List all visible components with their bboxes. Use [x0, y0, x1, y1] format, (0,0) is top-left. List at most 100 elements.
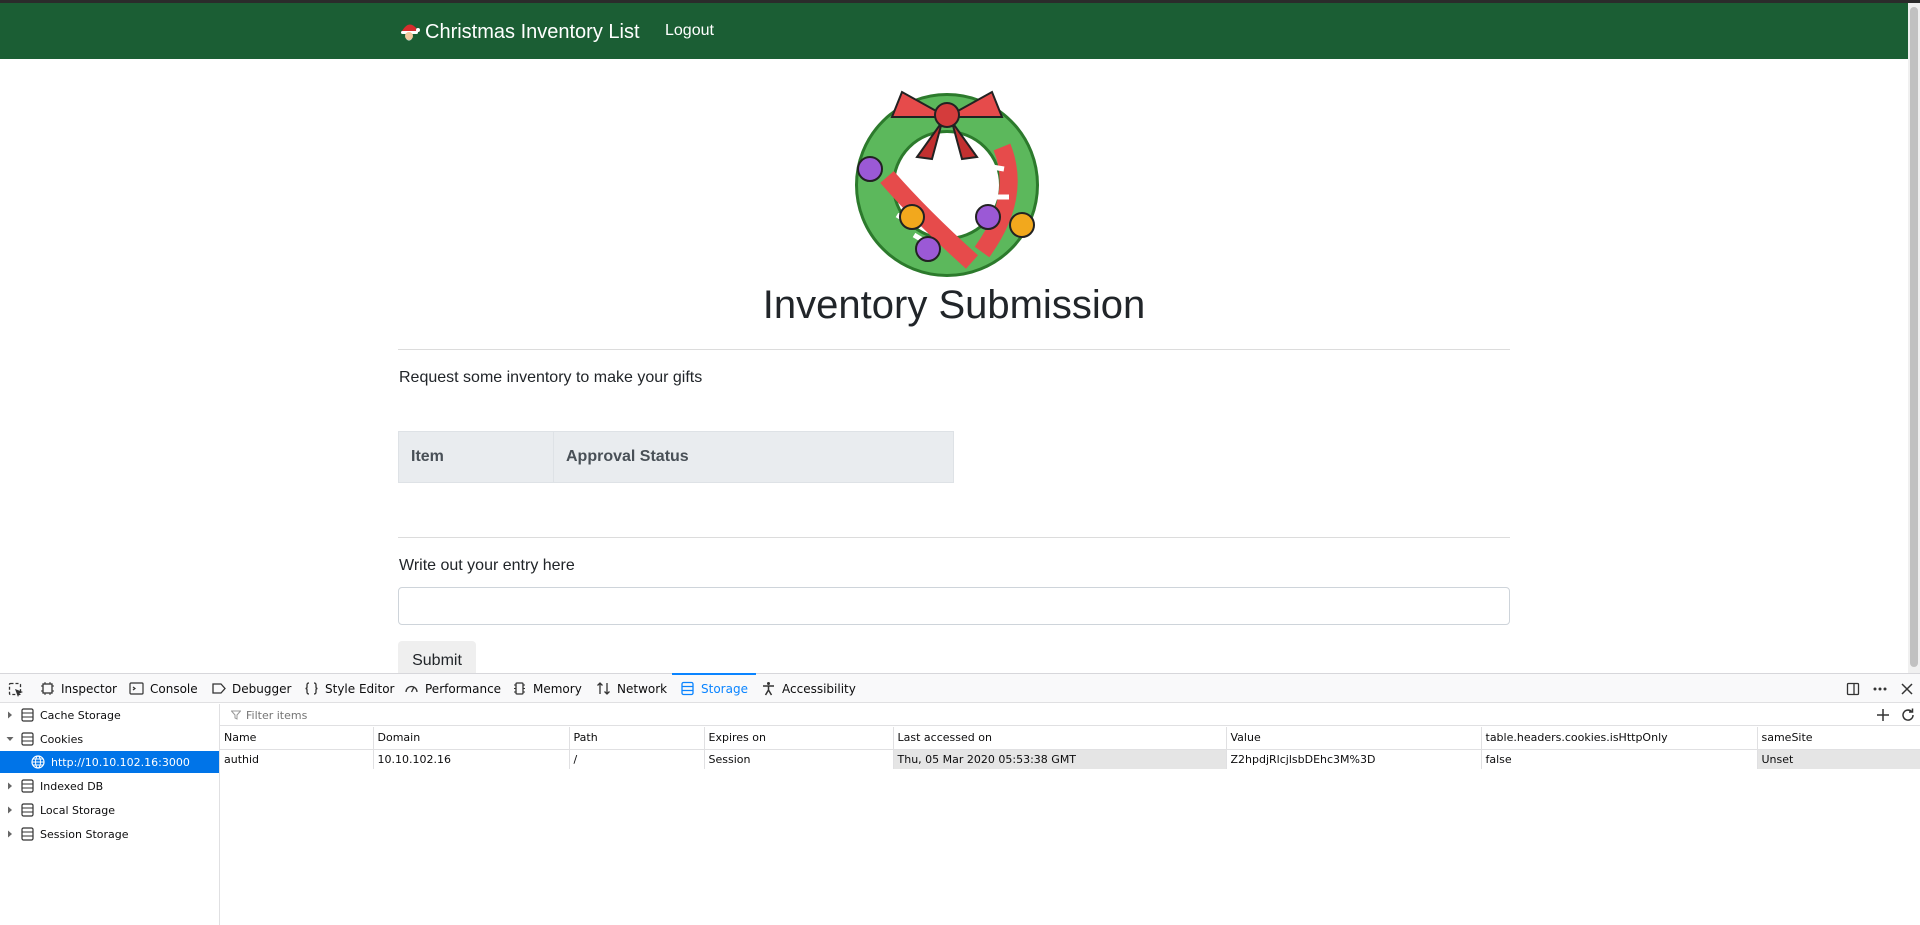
tree-item-label: http://10.10.102.16:3000 — [51, 755, 190, 769]
inventory-table-header: Item Approval Status — [398, 431, 954, 483]
inspector-icon — [41, 682, 54, 695]
brand-link[interactable]: Christmas Inventory List — [398, 19, 640, 45]
expand-arrow-icon — [8, 806, 12, 814]
tab-memory[interactable]: Memory — [512, 674, 582, 703]
database-icon — [21, 803, 34, 817]
column-header-approval-status: Approval Status — [553, 431, 954, 483]
braces-icon — [305, 682, 318, 695]
inventory-table: Item Approval Status — [398, 431, 954, 483]
page-title: Inventory Submission — [762, 283, 1146, 327]
network-icon — [597, 682, 610, 695]
tree-item-label: Indexed DB — [40, 779, 104, 793]
tree-item-indexed-db[interactable]: Indexed DB — [0, 775, 219, 797]
tab-label: Inspector — [61, 681, 117, 696]
tree-item-label: Session Storage — [40, 827, 129, 841]
close-icon[interactable] — [1899, 681, 1915, 697]
column-header-path[interactable]: Path — [569, 727, 705, 750]
cell-samesite[interactable]: Unset — [1757, 749, 1920, 769]
tree-item-local-storage[interactable]: Local Storage — [0, 799, 219, 821]
tab-label: Network — [617, 681, 668, 696]
tab-label: Storage — [701, 681, 748, 696]
tab-debugger[interactable]: Debugger — [211, 674, 291, 703]
expand-arrow-icon — [8, 830, 12, 838]
column-header-expires[interactable]: Expires on — [704, 727, 894, 750]
page-viewport: Christmas Inventory List Logout Inventor… — [0, 0, 1920, 673]
lead-text: Request some inventory to make your gift… — [399, 369, 703, 386]
column-header-name[interactable]: Name — [220, 727, 374, 750]
devtools-panel: Inspector Console Debugger Style Editor … — [0, 673, 1920, 925]
tree-item-cookie-host[interactable]: http://10.10.102.16:3000 — [0, 751, 219, 773]
santa-icon — [401, 24, 420, 41]
divider — [398, 349, 1510, 350]
tab-label: Debugger — [232, 681, 292, 696]
tree-item-label: Cache Storage — [40, 708, 121, 722]
cell-domain[interactable]: 10.10.102.16 — [373, 749, 570, 769]
cell-last-accessed[interactable]: Thu, 05 Mar 2020 05:53:38 GMT — [893, 749, 1227, 769]
cell-path[interactable]: / — [569, 749, 705, 769]
element-picker-icon[interactable] — [8, 682, 24, 698]
storage-icon — [681, 681, 694, 696]
column-header-item: Item — [398, 431, 554, 483]
accessibility-icon — [763, 682, 774, 696]
table-row[interactable]: authid 10.10.102.16 / Session Thu, 05 Ma… — [220, 749, 1920, 769]
add-icon[interactable] — [1875, 707, 1891, 723]
console-icon — [129, 682, 144, 695]
expand-arrow-icon — [8, 782, 12, 790]
tab-inspector[interactable]: Inspector — [40, 674, 117, 703]
logout-link[interactable]: Logout — [665, 22, 714, 40]
collapse-arrow-icon — [6, 737, 14, 741]
database-icon — [21, 827, 34, 841]
cell-httponly[interactable]: false — [1481, 749, 1758, 769]
database-icon — [21, 779, 34, 793]
tab-label: Console — [150, 681, 198, 696]
wreath-logo — [855, 90, 1039, 277]
entry-input[interactable] — [398, 587, 1510, 625]
tab-label: Accessibility — [782, 681, 856, 696]
entry-label: Write out your entry here — [399, 557, 575, 574]
page-scrollbar[interactable] — [1908, 3, 1920, 673]
tab-console[interactable]: Console — [129, 674, 198, 703]
cookies-table-header: Name Domain Path Expires on Last accesse… — [220, 727, 1920, 750]
globe-icon — [31, 755, 45, 769]
tab-performance[interactable]: Performance — [404, 674, 501, 703]
tab-label: Performance — [425, 681, 502, 696]
tab-network[interactable]: Network — [596, 674, 667, 703]
filter-bar — [220, 704, 1920, 726]
memory-icon — [514, 682, 525, 695]
tree-item-label: Cookies — [40, 732, 84, 746]
column-header-domain[interactable]: Domain — [373, 727, 570, 750]
tree-item-cache-storage[interactable]: Cache Storage — [0, 704, 219, 726]
tab-label: Memory — [533, 681, 582, 696]
debugger-icon — [212, 683, 226, 694]
submit-button[interactable]: Submit — [398, 641, 476, 673]
tab-accessibility[interactable]: Accessibility — [761, 674, 856, 703]
brand-text: Christmas Inventory List — [425, 20, 640, 43]
tab-label: Style Editor — [325, 681, 395, 696]
cell-name[interactable]: authid — [220, 749, 374, 769]
cookies-table: Name Domain Path Expires on Last accesse… — [220, 727, 1920, 769]
filter-input[interactable] — [226, 707, 1776, 723]
tree-item-label: Local Storage — [40, 803, 116, 817]
refresh-icon[interactable] — [1900, 707, 1916, 723]
scrollbar-thumb[interactable] — [1910, 7, 1918, 667]
dock-side-icon[interactable] — [1845, 681, 1861, 697]
column-header-last-accessed[interactable]: Last accessed on — [893, 727, 1227, 750]
divider — [398, 537, 1510, 538]
cell-value[interactable]: Z2hpdjRlcjlsbDEhc3M%3D — [1226, 749, 1482, 769]
tab-style-editor[interactable]: Style Editor — [304, 674, 394, 703]
column-header-httponly[interactable]: table.headers.cookies.isHttpOnly — [1481, 727, 1758, 750]
more-options-icon[interactable] — [1872, 681, 1888, 697]
tree-item-cookies[interactable]: Cookies — [0, 728, 219, 750]
navbar: Christmas Inventory List Logout — [0, 3, 1908, 59]
database-icon — [21, 708, 34, 722]
expand-arrow-icon — [8, 711, 12, 719]
devtools-toolbar: Inspector Console Debugger Style Editor … — [0, 673, 1920, 703]
cell-expires[interactable]: Session — [704, 749, 894, 769]
tree-item-session-storage[interactable]: Session Storage — [0, 823, 219, 845]
storage-sidebar: Cache Storage Cookies http://10.10.102.1… — [0, 704, 220, 925]
database-icon — [21, 732, 34, 746]
column-header-samesite[interactable]: sameSite — [1757, 727, 1920, 750]
tab-storage[interactable]: Storage — [672, 673, 756, 702]
column-header-value[interactable]: Value — [1226, 727, 1482, 750]
gauge-icon — [405, 685, 418, 693]
